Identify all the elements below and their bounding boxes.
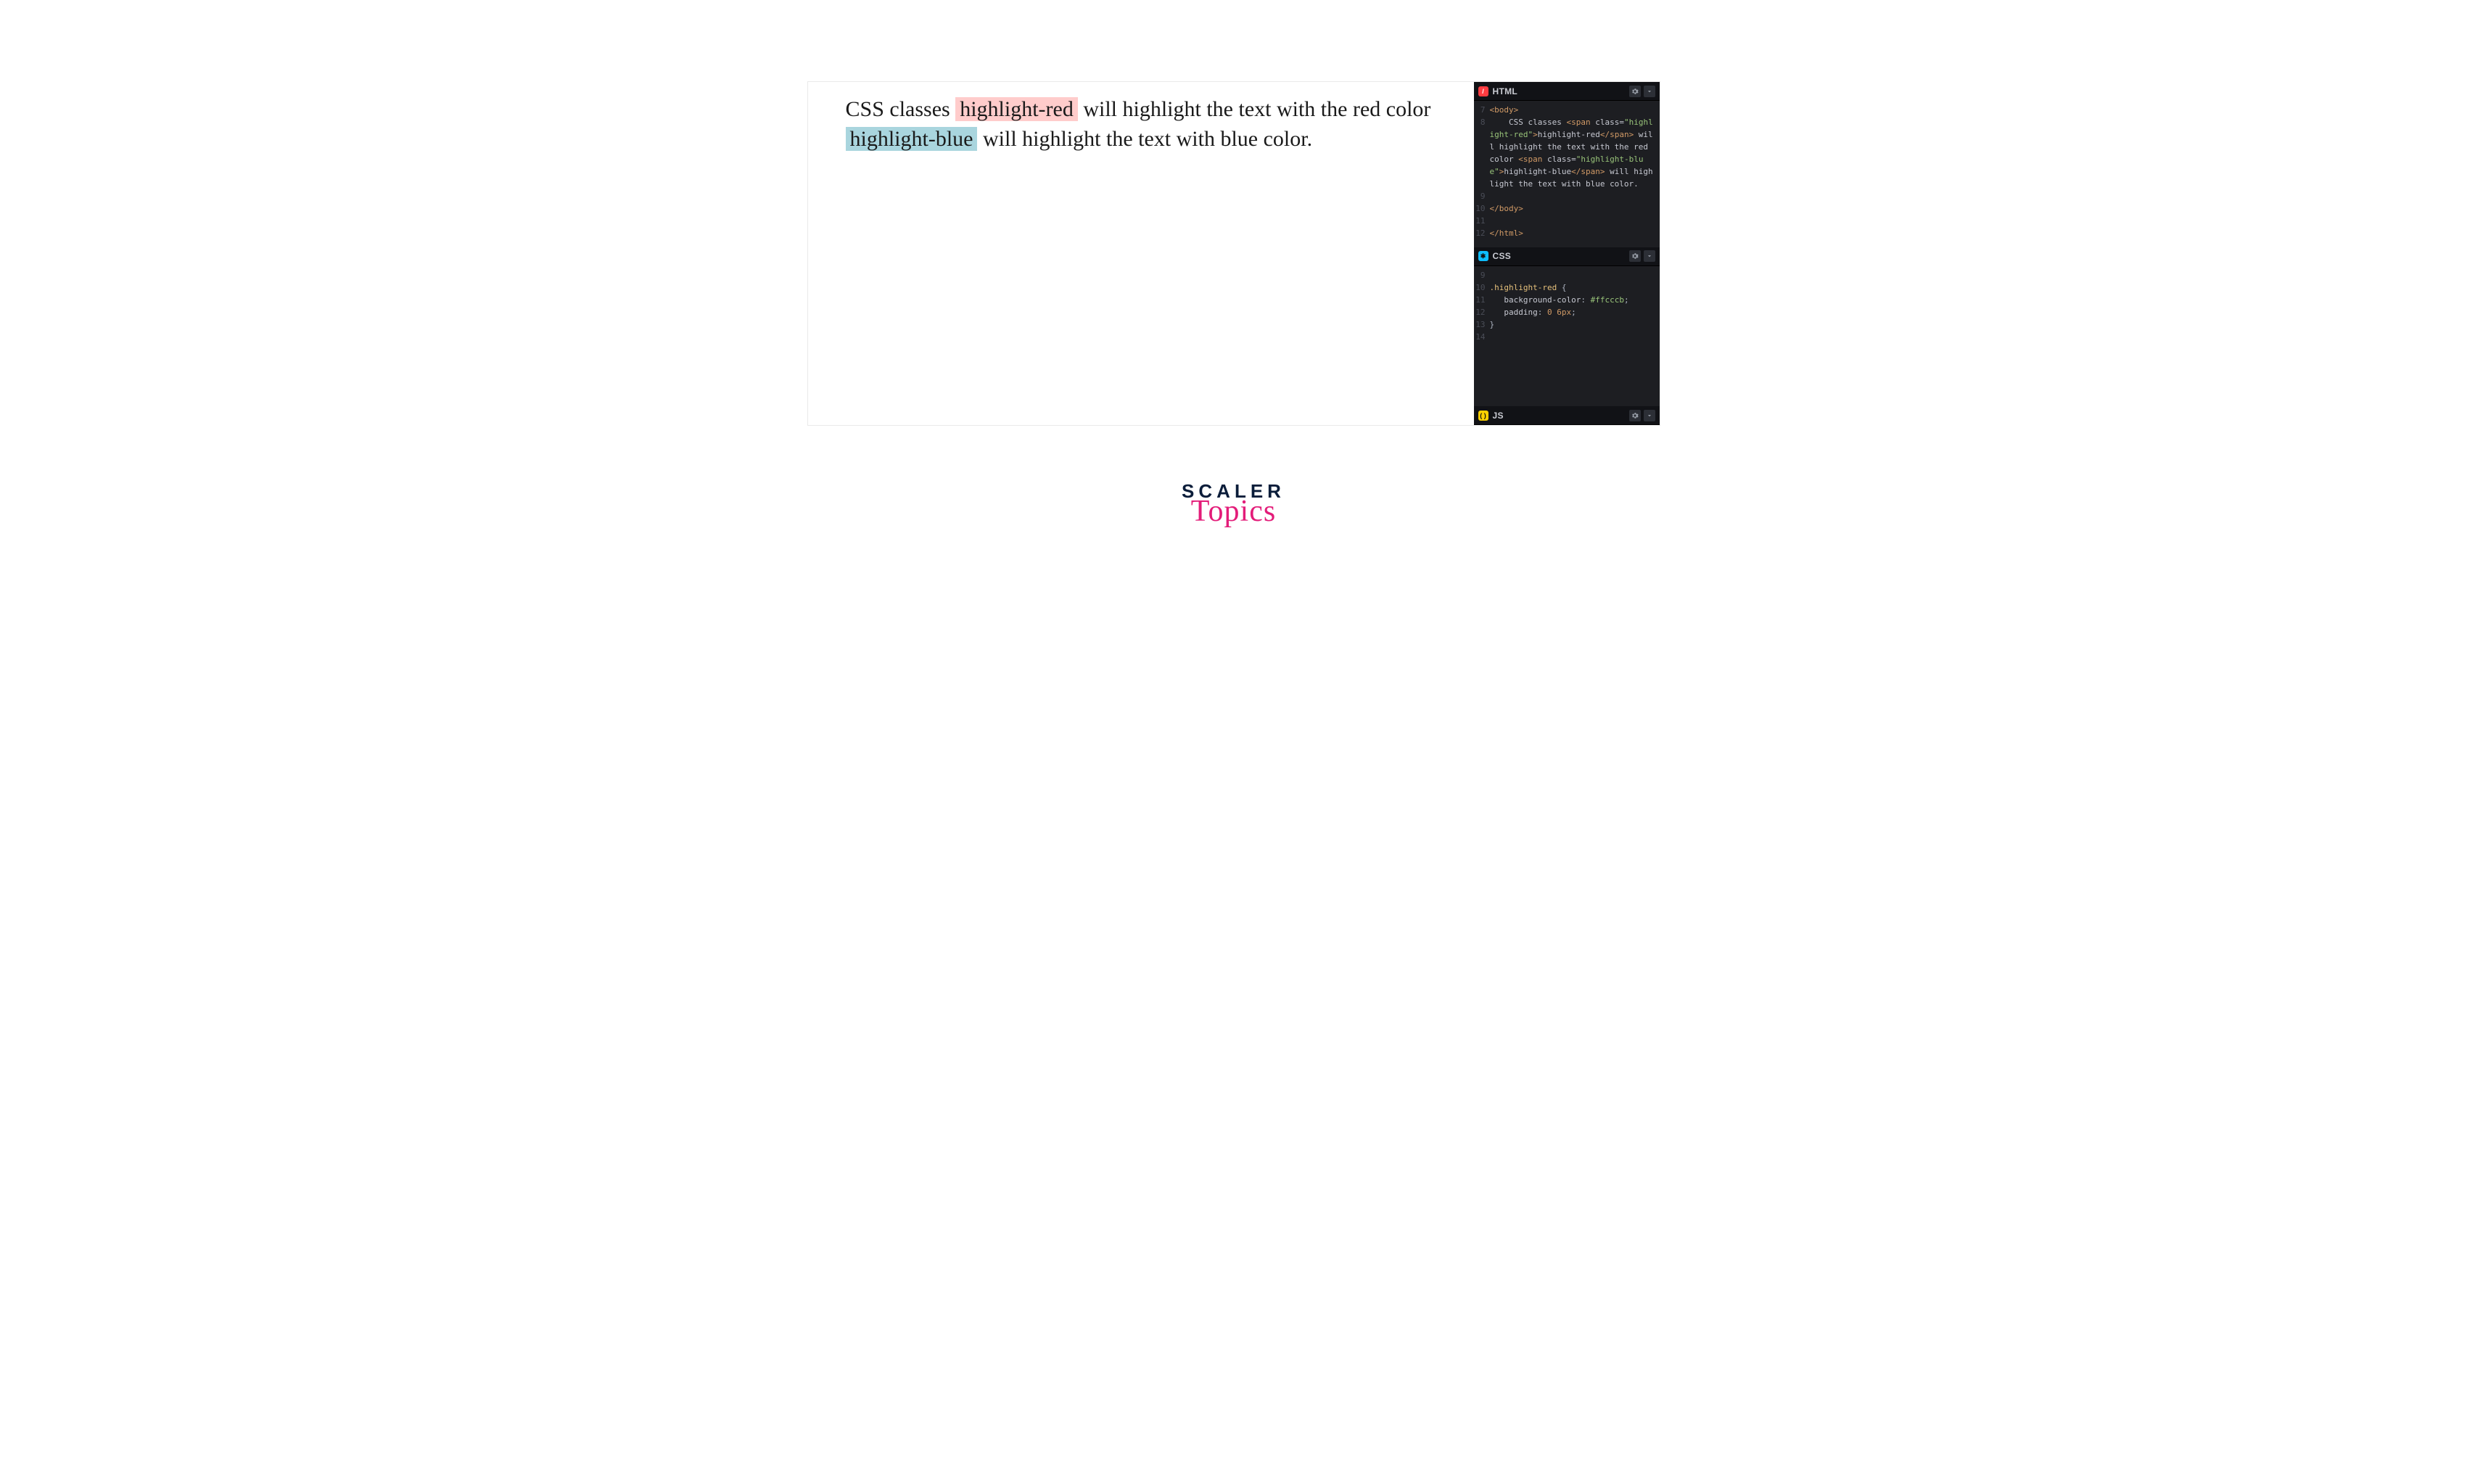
chevron-down-icon xyxy=(1646,412,1653,419)
line-number: 13 xyxy=(1474,318,1490,331)
css-code-area[interactable]: 9 10.highlight-red { 11 background-color… xyxy=(1474,266,1660,375)
highlight-red-span: highlight-red xyxy=(955,97,1078,121)
css-file-icon: ✱ xyxy=(1478,251,1488,261)
gear-icon xyxy=(1631,88,1639,95)
panel-css-collapse-button[interactable] xyxy=(1644,250,1655,262)
line-number: 11 xyxy=(1474,294,1490,306)
line-number: 11 xyxy=(1474,215,1490,227)
line-number: 10 xyxy=(1474,281,1490,294)
brand-line-2: Topics xyxy=(1182,494,1285,529)
panel-html-settings-button[interactable] xyxy=(1629,86,1641,97)
preview-paragraph: CSS classes highlight-red will highlight… xyxy=(846,95,1445,154)
panel-js-title: JS xyxy=(1493,411,1504,421)
panel-html-collapse-button[interactable] xyxy=(1644,86,1655,97)
line-number: 8 xyxy=(1474,116,1490,190)
html-code-area[interactable]: 7<body> 8 CSS classes <span class="highl… xyxy=(1474,101,1660,247)
line-number: 9 xyxy=(1474,269,1490,281)
preview-pane: CSS classes highlight-red will highlight… xyxy=(808,82,1474,425)
line-number: 12 xyxy=(1474,227,1490,239)
panel-css-title: CSS xyxy=(1493,251,1512,261)
html-file-icon: / xyxy=(1478,86,1488,96)
panel-js-header: ( ) JS xyxy=(1474,406,1660,425)
panel-css: ✱ CSS 9 10.highlight-red { 11 background… xyxy=(1474,247,1660,375)
editor-column: / HTML 7<body> 8 CSS classes <span class… xyxy=(1474,82,1660,425)
preview-text-3: will highlight the text with blue color. xyxy=(977,127,1312,151)
brand-logo: SCALER Topics xyxy=(1182,480,1285,529)
code-token: <body> xyxy=(1490,105,1519,115)
app-frame: CSS classes highlight-red will highlight… xyxy=(807,81,1660,426)
panel-css-settings-button[interactable] xyxy=(1629,250,1641,262)
panel-html-title: HTML xyxy=(1493,86,1518,96)
highlight-blue-span: highlight-blue xyxy=(846,127,978,151)
chevron-down-icon xyxy=(1646,252,1653,260)
panel-js-settings-button[interactable] xyxy=(1629,410,1641,421)
gear-icon xyxy=(1631,412,1639,419)
canvas: CSS classes highlight-red will highlight… xyxy=(726,0,1742,611)
panel-html: / HTML 7<body> 8 CSS classes <span class… xyxy=(1474,82,1660,247)
gear-icon xyxy=(1631,252,1639,260)
panel-js: ( ) JS xyxy=(1474,406,1660,425)
line-number: 10 xyxy=(1474,202,1490,215)
preview-text-1: CSS classes xyxy=(846,97,956,121)
panel-css-header: ✱ CSS xyxy=(1474,247,1660,266)
panel-js-collapse-button[interactable] xyxy=(1644,410,1655,421)
js-file-icon: ( ) xyxy=(1478,411,1488,421)
line-number: 7 xyxy=(1474,104,1490,116)
line-number: 14 xyxy=(1474,331,1490,343)
line-number: 9 xyxy=(1474,190,1490,202)
panel-html-header: / HTML xyxy=(1474,82,1660,101)
preview-text-2: will highlight the text with the red col… xyxy=(1078,97,1431,121)
line-number: 12 xyxy=(1474,306,1490,318)
chevron-down-icon xyxy=(1646,88,1653,95)
